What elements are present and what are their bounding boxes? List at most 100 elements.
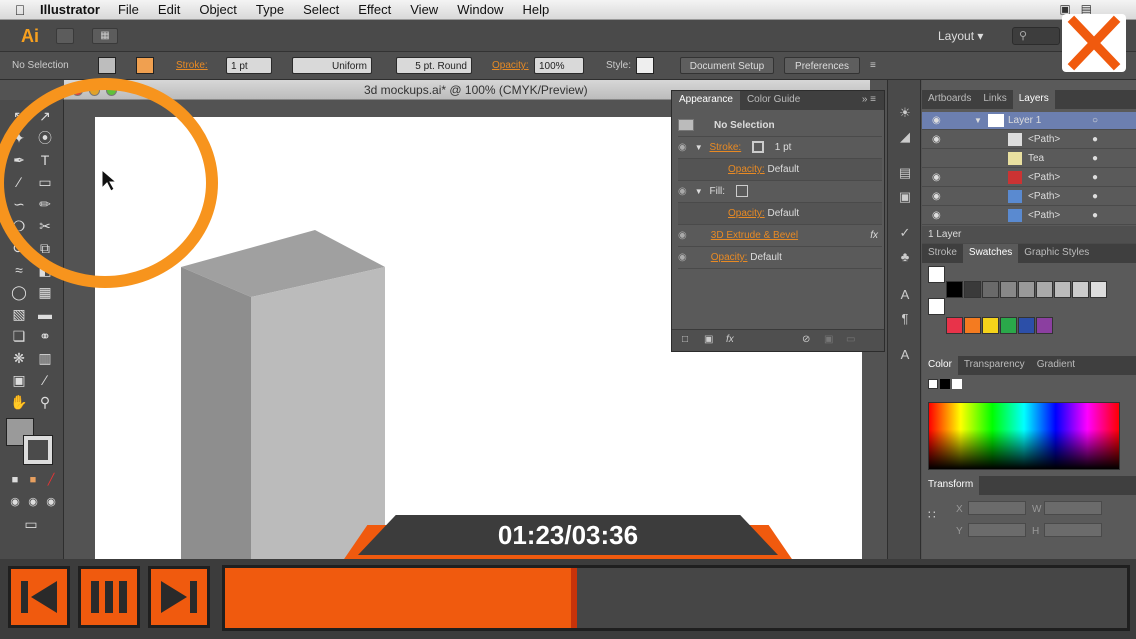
menu-select[interactable]: Select	[303, 2, 339, 17]
progress-bar[interactable]	[222, 565, 1130, 631]
swatch[interactable]	[928, 298, 945, 315]
transform-x-field[interactable]	[968, 501, 1026, 515]
white-color-icon[interactable]	[952, 379, 962, 389]
swatch[interactable]	[982, 317, 999, 334]
target-icon[interactable]: ●	[1092, 169, 1098, 187]
disclosure-triangle-icon[interactable]: ▼	[695, 143, 703, 152]
swatch[interactable]	[946, 281, 963, 298]
paragraph-panel-icon[interactable]: ¶	[896, 310, 914, 328]
clear-appearance-icon[interactable]: ⊘	[802, 334, 810, 345]
tab-swatches[interactable]: Swatches	[962, 244, 1019, 263]
visibility-eye-icon[interactable]: ◉	[932, 188, 941, 206]
transform-y-field[interactable]	[968, 523, 1026, 537]
opentype-panel-icon[interactable]: A	[896, 346, 914, 364]
arrange-documents-button[interactable]: ▦	[92, 28, 118, 44]
blend-tool-icon[interactable]: ⚭	[34, 326, 56, 346]
swatch[interactable]	[1018, 317, 1035, 334]
apple-menu-icon[interactable]: 	[0, 2, 40, 18]
pause-button[interactable]	[78, 566, 140, 628]
tab-graphic-styles[interactable]: Graphic Styles	[1018, 244, 1095, 263]
add-effect-icon[interactable]: fx	[726, 334, 734, 345]
eyedropper-tool-icon[interactable]: ❏	[8, 326, 30, 346]
swatch[interactable]	[1036, 317, 1053, 334]
menu-window[interactable]: Window	[457, 2, 503, 17]
menu-effect[interactable]: Effect	[358, 2, 391, 17]
swatch[interactable]	[1036, 281, 1053, 298]
opacity-attribute-label[interactable]: Opacity:	[711, 252, 748, 263]
swatch[interactable]	[964, 281, 981, 298]
tab-transparency[interactable]: Transparency	[958, 356, 1031, 375]
swatch[interactable]	[964, 317, 981, 334]
add-stroke-icon[interactable]: □	[682, 334, 688, 345]
mesh-tool-icon[interactable]: ▧	[8, 304, 30, 324]
color-guide-icon[interactable]: ◢	[896, 128, 914, 146]
preferences-button[interactable]: Preferences	[784, 57, 860, 74]
none-mode-icon[interactable]: ╱	[40, 470, 62, 490]
app-menu[interactable]: Illustrator	[40, 2, 100, 17]
visibility-eye-icon[interactable]: ◉	[932, 169, 941, 187]
reference-point-icon[interactable]: ∷	[928, 508, 944, 524]
search-input[interactable]: ⚲	[1012, 27, 1060, 45]
align-panel-icon[interactable]: ▤	[896, 164, 914, 182]
tab-appearance[interactable]: Appearance	[672, 91, 740, 110]
layer-row[interactable]: ◉ <Path> ●	[922, 169, 1136, 187]
swatch[interactable]	[928, 266, 945, 283]
layer-row[interactable]: ◉ <Path> ●	[922, 207, 1136, 225]
visibility-eye-icon[interactable]: ◉	[678, 137, 692, 159]
artboard-tool-icon[interactable]: ▣	[8, 370, 30, 390]
screen-mode-icon[interactable]: ▭	[20, 514, 42, 534]
stroke-label[interactable]: Stroke:	[176, 57, 208, 74]
duplicate-item-icon[interactable]: ▣	[824, 334, 833, 345]
visibility-eye-icon[interactable]: ◉	[678, 181, 692, 203]
swatch[interactable]	[1072, 281, 1089, 298]
symbol-sprayer-tool-icon[interactable]: ❋	[8, 348, 30, 368]
symbols-panel-icon[interactable]: ♣	[896, 248, 914, 266]
next-button[interactable]	[148, 566, 210, 628]
tab-artboards[interactable]: Artboards	[922, 90, 977, 109]
stroke-swatch-icon[interactable]	[751, 141, 764, 154]
tab-links[interactable]: Links	[977, 90, 1012, 109]
brush-definition[interactable]: 5 pt. Round	[396, 57, 472, 74]
perspective-grid-tool-icon[interactable]: ▦	[34, 282, 56, 302]
column-graph-tool-icon[interactable]: ▥	[34, 348, 56, 368]
visibility-eye-icon[interactable]: ◉	[932, 207, 941, 225]
previous-button[interactable]	[8, 566, 70, 628]
zoom-tool-icon[interactable]: ⚲	[34, 392, 56, 412]
brushes-panel-icon[interactable]: ✓	[896, 224, 914, 242]
panel-menu-icon[interactable]: » ≡	[854, 91, 884, 110]
none-color-icon[interactable]	[928, 379, 938, 389]
menu-help[interactable]: Help	[522, 2, 549, 17]
fill-opacity-label[interactable]: Opacity:	[728, 208, 765, 219]
menu-edit[interactable]: Edit	[158, 2, 180, 17]
menu-object[interactable]: Object	[199, 2, 237, 17]
tab-color[interactable]: Color	[922, 356, 958, 375]
menu-view[interactable]: View	[410, 2, 438, 17]
target-icon[interactable]: ●	[1092, 150, 1098, 168]
menu-file[interactable]: File	[118, 2, 139, 17]
layer-row[interactable]: ◉ <Path> ●	[922, 188, 1136, 206]
slice-tool-icon[interactable]: ∕	[34, 370, 56, 390]
stroke-swatch[interactable]	[23, 435, 53, 465]
swatch[interactable]	[1054, 281, 1071, 298]
fill-color-swatch[interactable]	[98, 57, 116, 74]
width-tool-icon[interactable]: ≈	[8, 260, 30, 280]
workspace-switcher[interactable]: Layout ▾	[938, 27, 1002, 45]
transform-w-field[interactable]	[1044, 501, 1102, 515]
swatch[interactable]	[1000, 317, 1017, 334]
stroke-weight-field[interactable]: 1 pt	[226, 57, 272, 74]
tab-color-guide[interactable]: Color Guide	[740, 91, 807, 110]
color-panel-icon[interactable]: ☀	[896, 104, 914, 122]
graphic-style-swatch[interactable]	[636, 57, 654, 74]
tab-transform[interactable]: Transform	[922, 476, 980, 495]
add-fill-icon[interactable]: ▣	[704, 334, 713, 345]
menu-type[interactable]: Type	[256, 2, 284, 17]
panel-menu-icon[interactable]: ≡	[870, 57, 876, 74]
bridge-button[interactable]	[56, 28, 74, 44]
target-icon[interactable]: ●	[1092, 131, 1098, 149]
transform-h-field[interactable]	[1044, 523, 1102, 537]
tab-stroke[interactable]: Stroke	[922, 244, 963, 263]
pathfinder-panel-icon[interactable]: ▣	[896, 188, 914, 206]
close-video-button[interactable]	[1062, 14, 1126, 72]
draw-inside-icon[interactable]: ◉	[40, 492, 62, 512]
stroke-opacity-label[interactable]: Opacity:	[728, 164, 765, 175]
